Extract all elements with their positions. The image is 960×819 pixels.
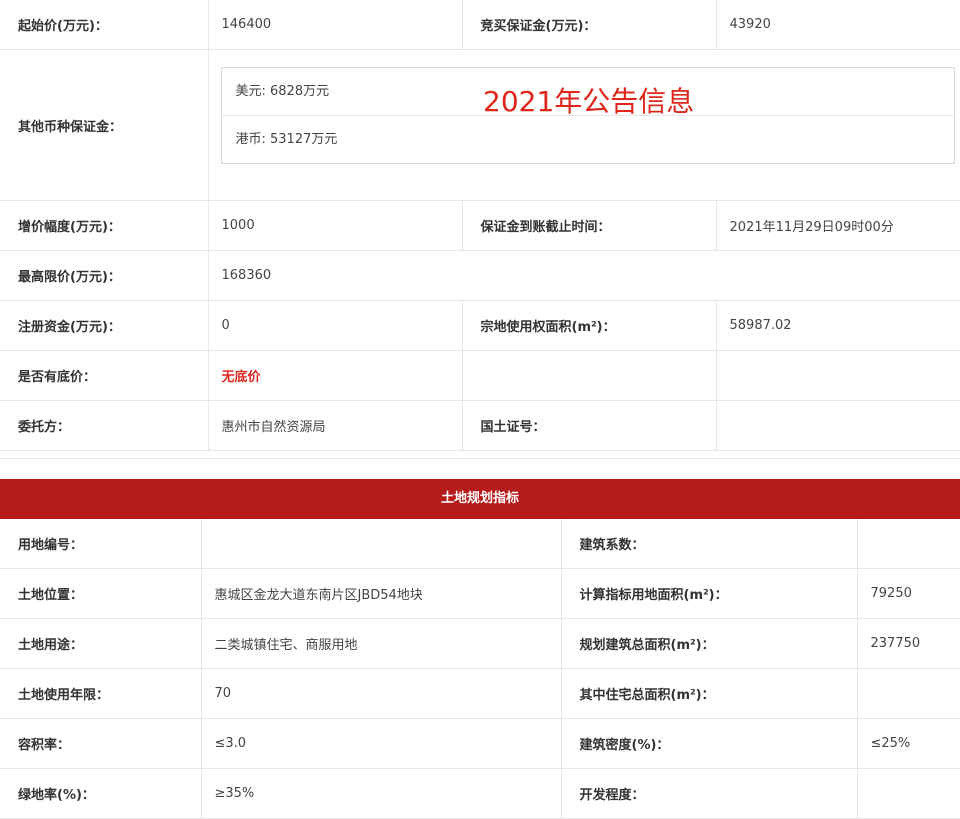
- deposit-value: 43920: [715, 0, 960, 50]
- plot-ratio-label: 容积率：: [0, 718, 201, 769]
- divider: [0, 458, 960, 459]
- deposit-label: 竞买保证金(万元)：: [461, 0, 716, 50]
- table-row: 用地编号： 建筑系数：: [0, 519, 960, 569]
- table-row: 土地用途： 二类城镇住宅、商服用地 规划建筑总面积(m²)： 237750: [0, 618, 960, 669]
- green-ratio-value: ≥35%: [200, 768, 561, 819]
- increment-label: 增价幅度(万元)：: [0, 200, 208, 251]
- land-use-value: 二类城镇住宅、商服用地: [200, 618, 561, 669]
- development-degree-label: 开发程度：: [560, 768, 857, 819]
- empty-label: [461, 350, 716, 401]
- registered-capital-value: 0: [207, 300, 462, 351]
- land-certificate-label: 国土证号：: [461, 400, 716, 451]
- residential-area-label: 其中住宅总面积(m²)：: [560, 668, 857, 719]
- other-currency-cell: 美元: 6828万元 港币: 53127万元: [207, 49, 960, 201]
- reserve-price-value: 无底价: [207, 350, 462, 401]
- land-area-value: 58987.02: [715, 300, 960, 351]
- reserve-price-label: 是否有底价：: [0, 350, 208, 401]
- parcel-number-value: [200, 519, 561, 569]
- table-row: 土地使用年限： 70 其中住宅总面积(m²)：: [0, 668, 960, 719]
- table-row: 其他币种保证金： 美元: 6828万元 港币: 53127万元: [0, 49, 960, 201]
- table-row: 是否有底价： 无底价: [0, 350, 960, 401]
- table-row: 增价幅度(万元)： 1000 保证金到账截止时间： 2021年11月29日09时…: [0, 200, 960, 251]
- starting-price-value: 146400: [207, 0, 462, 50]
- table-row: 容积率： ≤3.0 建筑密度(%)： ≤25%: [0, 718, 960, 769]
- deposit-deadline-value: 2021年11月29日09时00分: [715, 200, 960, 251]
- residential-area-value: [856, 668, 960, 719]
- deposit-deadline-label: 保证金到账截止时间：: [461, 200, 716, 251]
- hkd-deposit: 港币: 53127万元: [221, 115, 954, 163]
- land-certificate-value: [715, 400, 960, 451]
- registered-capital-label: 注册资金(万元)：: [0, 300, 208, 351]
- land-use-term-label: 土地使用年限：: [0, 668, 201, 719]
- max-price-value: 168360: [207, 250, 960, 301]
- table-row: 委托方： 惠州市自然资源局 国土证号：: [0, 400, 960, 451]
- announcement-table: 起始价(万元)： 146400 竞买保证金(万元)： 43920 其他币种保证金…: [0, 0, 960, 451]
- announcement-year-overlay: 2021年公告信息: [483, 85, 695, 118]
- parcel-number-label: 用地编号：: [0, 519, 201, 569]
- table-row: 绿地率(%)： ≥35% 开发程度：: [0, 768, 960, 819]
- calc-area-label: 计算指标用地面积(m²)：: [560, 568, 857, 619]
- table-row: 最高限价(万元)： 168360: [0, 250, 960, 301]
- building-coefficient-value: [856, 519, 960, 569]
- land-planning-table: 用地编号： 建筑系数： 土地位置： 惠城区金龙大道东南片区JBD54地块 计算指…: [0, 519, 960, 819]
- entrusting-party-label: 委托方：: [0, 400, 208, 451]
- green-ratio-label: 绿地率(%)：: [0, 768, 201, 819]
- max-price-label: 最高限价(万元)：: [0, 250, 208, 301]
- land-area-label: 宗地使用权面积(m²)：: [461, 300, 716, 351]
- land-planning-header: 土地规划指标: [0, 479, 960, 519]
- entrusting-party-value: 惠州市自然资源局: [207, 400, 462, 451]
- building-density-value: ≤25%: [856, 718, 960, 769]
- plot-ratio-value: ≤3.0: [200, 718, 561, 769]
- land-use-term-value: 70: [200, 668, 561, 719]
- announcement-info-section: 起始价(万元)： 146400 竞买保证金(万元)： 43920 其他币种保证金…: [0, 0, 960, 451]
- building-density-label: 建筑密度(%)：: [560, 718, 857, 769]
- increment-value: 1000: [207, 200, 462, 251]
- total-building-area-value: 237750: [856, 618, 960, 669]
- calc-area-value: 79250: [856, 568, 960, 619]
- land-location-label: 土地位置：: [0, 568, 201, 619]
- development-degree-value: [856, 768, 960, 819]
- total-building-area-label: 规划建筑总面积(m²)：: [560, 618, 857, 669]
- land-location-value: 惠城区金龙大道东南片区JBD54地块: [200, 568, 561, 619]
- other-currency-label: 其他币种保证金：: [0, 49, 208, 201]
- table-row: 土地位置： 惠城区金龙大道东南片区JBD54地块 计算指标用地面积(m²)： 7…: [0, 568, 960, 619]
- starting-price-label: 起始价(万元)：: [0, 0, 208, 50]
- land-use-label: 土地用途：: [0, 618, 201, 669]
- empty-value: [715, 350, 960, 401]
- building-coefficient-label: 建筑系数：: [560, 519, 857, 569]
- table-row: 起始价(万元)： 146400 竞买保证金(万元)： 43920: [0, 0, 960, 50]
- table-row: 注册资金(万元)： 0 宗地使用权面积(m²)： 58987.02: [0, 300, 960, 351]
